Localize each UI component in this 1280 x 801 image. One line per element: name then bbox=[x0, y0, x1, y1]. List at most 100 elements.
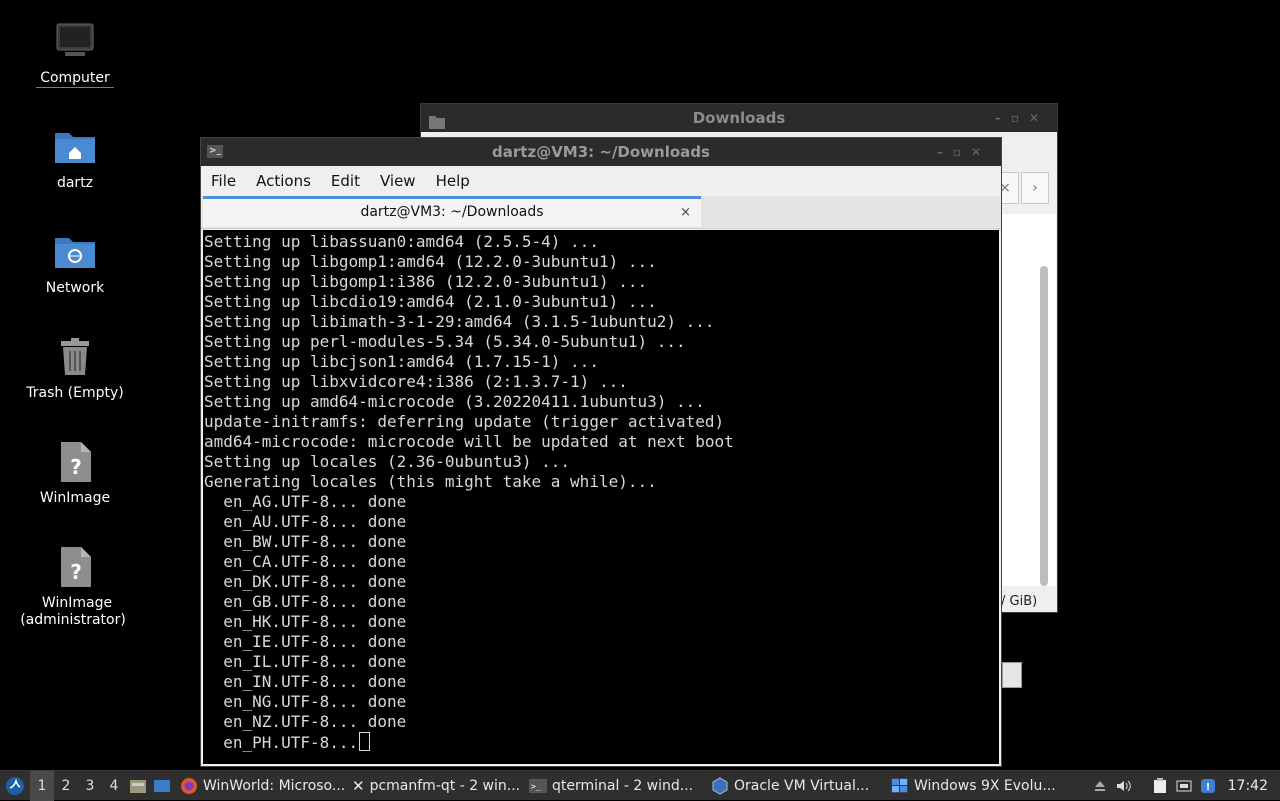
terminal-line: amd64-microcode: microcode will be updat… bbox=[204, 432, 734, 451]
terminal-lines: Setting up libassuan0:amd64 (2.5.5-4) ..… bbox=[204, 232, 999, 732]
task-label: qterminal - 2 wind... bbox=[552, 777, 694, 794]
terminal-titlebar[interactable]: >_ dartz@VM3: ~/Downloads –▫✕ bbox=[201, 138, 1001, 166]
trash-icon bbox=[51, 333, 99, 381]
desktop-icon-winimage-admin[interactable]: ? WinImage (administrator) bbox=[0, 543, 150, 629]
task-pcmanfm[interactable]: ✕ pcmanfm-qt - 2 win... bbox=[346, 771, 523, 801]
desktop-switch-3[interactable]: 3 bbox=[78, 771, 102, 801]
svg-text:?: ? bbox=[70, 455, 82, 479]
terminal-output[interactable]: Setting up libassuan0:amd64 (2.5.5-4) ..… bbox=[203, 230, 999, 764]
terminal-line: Setting up libimath-3-1-29:amd64 (3.1.5-… bbox=[204, 312, 715, 331]
text-cursor bbox=[359, 732, 371, 751]
terminal-line: Generating locales (this might take a wh… bbox=[204, 472, 657, 491]
show-desktop-button[interactable] bbox=[150, 771, 174, 801]
task-firefox[interactable]: WinWorld: Microso... bbox=[174, 771, 346, 801]
downloads-titlebar[interactable]: Downloads –▫✕ bbox=[421, 104, 1057, 132]
menu-edit[interactable]: Edit bbox=[321, 166, 370, 196]
desktop-icon-label: Trash (Empty) bbox=[26, 385, 124, 401]
computer-icon bbox=[51, 18, 99, 66]
task-label: pcmanfm-qt - 2 win... bbox=[369, 777, 521, 794]
terminal-line: en_CA.UTF-8... done bbox=[204, 552, 407, 571]
terminal-line: Setting up libxvidcore4:i386 (2:1.3.7-1)… bbox=[204, 372, 628, 391]
prompt-text: en_PH.UTF-8... bbox=[204, 733, 359, 752]
windows-app-icon bbox=[891, 777, 909, 795]
unknown-file-icon: ? bbox=[51, 438, 99, 486]
volume-icon[interactable] bbox=[1112, 771, 1136, 801]
svg-text:>_: >_ bbox=[531, 782, 541, 791]
terminal-line: en_IN.UTF-8... done bbox=[204, 672, 407, 691]
status-bar: / GiB) bbox=[1001, 594, 1038, 609]
terminal-line: en_BW.UTF-8... done bbox=[204, 532, 407, 551]
terminal-title: dartz@VM3: ~/Downloads bbox=[492, 143, 710, 161]
terminal-line: Setting up libgomp1:amd64 (12.2.0-3ubunt… bbox=[204, 252, 657, 271]
update-notifier-icon[interactable]: ! bbox=[1196, 771, 1220, 801]
desktop-switch-4[interactable]: 4 bbox=[102, 771, 126, 801]
virtualbox-icon bbox=[711, 776, 729, 795]
lubuntu-logo-icon bbox=[6, 776, 24, 795]
desktop-icon-winimage[interactable]: ? WinImage bbox=[0, 438, 150, 507]
desktop-icon-computer[interactable]: Computer bbox=[0, 18, 150, 88]
terminal-line: update-initramfs: deferring update (trig… bbox=[204, 412, 725, 431]
terminal-line: en_NZ.UTF-8... done bbox=[204, 712, 407, 731]
terminal-line: Setting up libgomp1:i386 (12.2.0-3ubuntu… bbox=[204, 272, 648, 291]
downloads-title: Downloads bbox=[692, 109, 786, 127]
start-menu-button[interactable] bbox=[0, 771, 30, 801]
svg-text:?: ? bbox=[70, 560, 82, 584]
file-manager-launcher[interactable] bbox=[126, 771, 150, 801]
menu-view[interactable]: View bbox=[370, 166, 426, 196]
desktop-switch-2[interactable]: 2 bbox=[54, 771, 78, 801]
terminal-icon: >_ bbox=[529, 777, 547, 795]
network-status-icon[interactable] bbox=[1172, 771, 1196, 801]
task-virtualbox[interactable]: Oracle VM Virtual... bbox=[705, 771, 885, 801]
taskbar: 1 2 3 4 WinWorld: Microso... ✕ pcmanfm-q… bbox=[0, 770, 1280, 801]
network-folder-icon bbox=[51, 228, 99, 276]
background-window-edge bbox=[1002, 662, 1022, 688]
terminal-line: Setting up libcjson1:amd64 (1.7.15-1) ..… bbox=[204, 352, 599, 371]
desktop-icon-home[interactable]: dartz bbox=[0, 123, 150, 192]
desktop-icon bbox=[154, 779, 170, 792]
svg-text:!: ! bbox=[1205, 782, 1210, 793]
desktop-icon-trash[interactable]: Trash (Empty) bbox=[0, 333, 150, 402]
file-list-pane[interactable] bbox=[1001, 214, 1056, 586]
terminal-line: en_AU.UTF-8... done bbox=[204, 512, 407, 531]
task-qterminal[interactable]: >_ qterminal - 2 wind... bbox=[523, 771, 705, 801]
scrollbar[interactable] bbox=[1040, 266, 1048, 586]
terminal-line: en_GB.UTF-8... done bbox=[204, 592, 407, 611]
terminal-line: en_IE.UTF-8... done bbox=[204, 632, 407, 651]
close-x-icon: ✕ bbox=[352, 776, 365, 795]
terminal-window[interactable]: >_ dartz@VM3: ~/Downloads –▫✕ File Actio… bbox=[200, 137, 1002, 767]
terminal-line: Setting up locales (2.36-0ubuntu3) ... bbox=[204, 452, 571, 471]
desktop-icon-network[interactable]: Network bbox=[0, 228, 150, 297]
tab-terminal[interactable]: dartz@VM3: ~/Downloads × bbox=[203, 196, 701, 227]
terminal-prompt-line: en_PH.UTF-8... bbox=[204, 732, 999, 753]
clipboard-icon[interactable] bbox=[1148, 771, 1172, 801]
terminal-line: en_IL.UTF-8... done bbox=[204, 652, 407, 671]
task-label: Oracle VM Virtual... bbox=[734, 777, 870, 794]
eject-icon[interactable] bbox=[1088, 771, 1112, 801]
task-windows9x[interactable]: Windows 9X Evolu... bbox=[885, 771, 1067, 801]
menu-file[interactable]: File bbox=[201, 166, 246, 196]
terminal-line: en_DK.UTF-8... done bbox=[204, 572, 407, 591]
window-controls[interactable]: –▫✕ bbox=[995, 104, 1049, 132]
desktop-icon-label: Network bbox=[45, 280, 105, 296]
terminal-line: Setting up perl-modules-5.34 (5.34.0-5ub… bbox=[204, 332, 686, 351]
clock[interactable]: 17:42 bbox=[1220, 778, 1280, 794]
menubar: File Actions Edit View Help bbox=[201, 166, 1001, 196]
tab-bar: dartz@VM3: ~/Downloads × bbox=[201, 196, 1001, 229]
terminal-line: Setting up amd64-microcode (3.20220411.1… bbox=[204, 392, 705, 411]
terminal-icon: >_ bbox=[207, 145, 223, 158]
terminal-line: Setting up libcdio19:amd64 (2.1.0-3ubunt… bbox=[204, 292, 657, 311]
task-label: Windows 9X Evolu... bbox=[914, 777, 1056, 794]
desktop-switch-1[interactable]: 1 bbox=[30, 770, 54, 801]
close-icon[interactable]: × bbox=[680, 199, 691, 226]
nav-forward-button[interactable]: › bbox=[1021, 172, 1049, 204]
tab-label: dartz@VM3: ~/Downloads bbox=[360, 204, 544, 220]
terminal-line: en_AG.UTF-8... done bbox=[204, 492, 407, 511]
window-controls[interactable]: –▫✕ bbox=[937, 138, 991, 166]
menu-actions[interactable]: Actions bbox=[246, 166, 321, 196]
menu-help[interactable]: Help bbox=[426, 166, 480, 196]
desktop-icon-label: dartz bbox=[56, 175, 94, 191]
desktop-icon-label: WinImage bbox=[39, 490, 111, 506]
unknown-file-icon: ? bbox=[51, 543, 99, 591]
terminal-line: Setting up libassuan0:amd64 (2.5.5-4) ..… bbox=[204, 232, 599, 251]
desktop-icon-label: WinImage (administrator) bbox=[20, 595, 126, 628]
